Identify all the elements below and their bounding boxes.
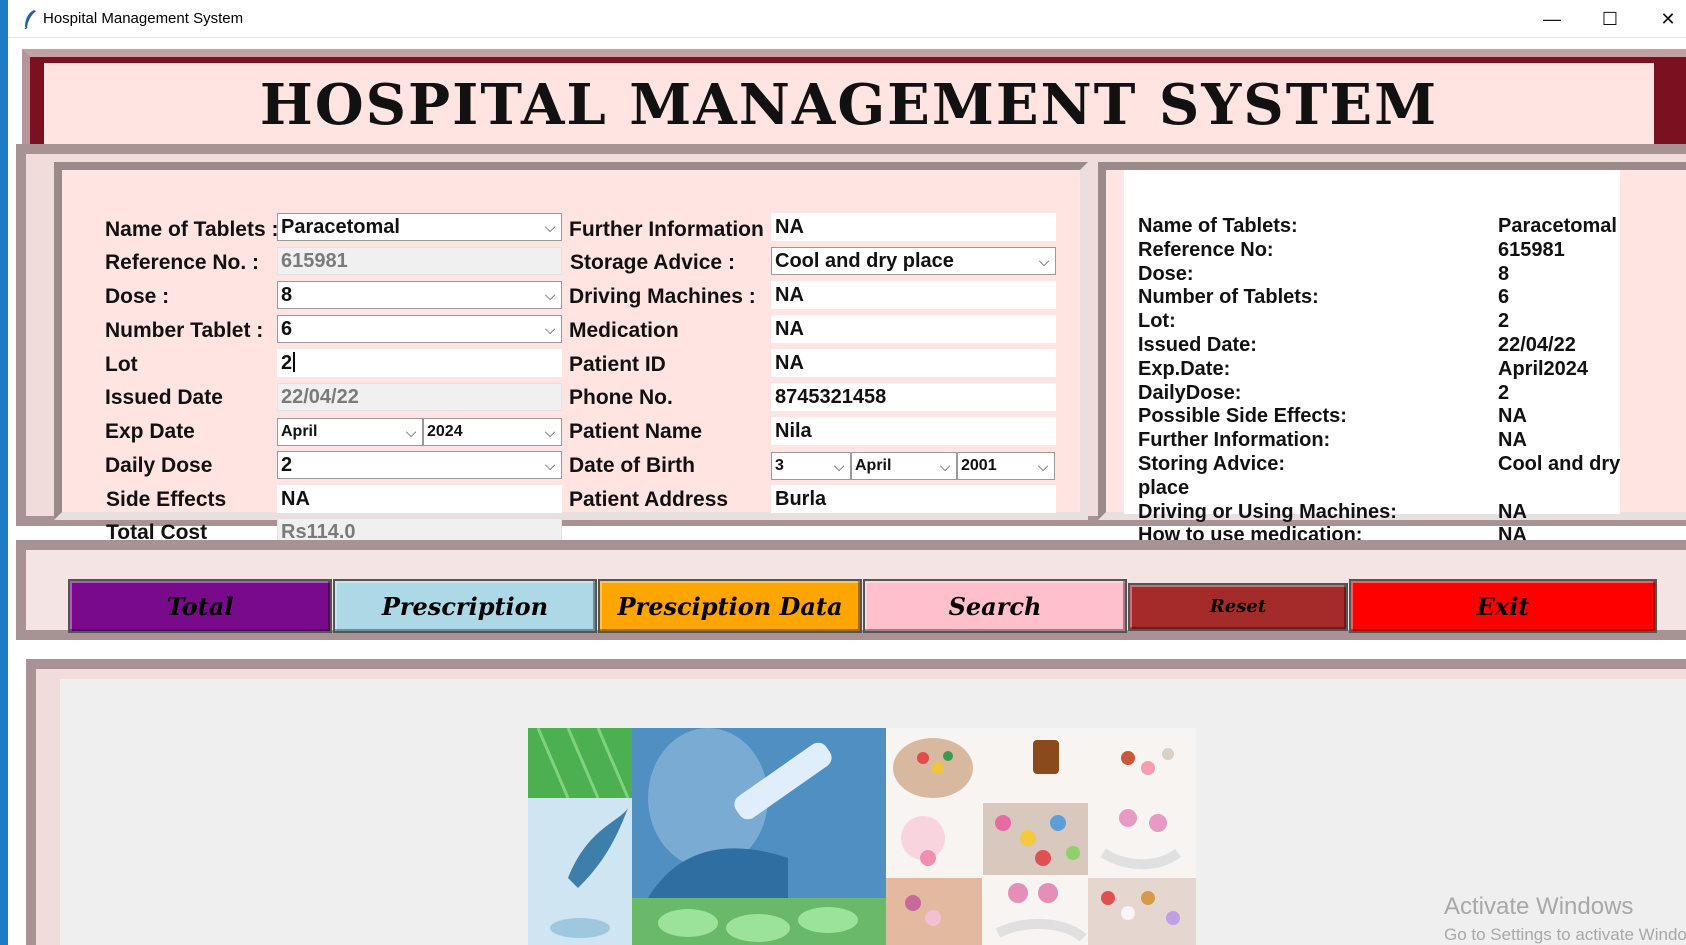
reset-button[interactable]: Reset [1128, 583, 1348, 631]
prescription-row-label: DailyDose: [1138, 381, 1242, 404]
driving-machines-label: Driving Machines : [569, 285, 756, 308]
medication-label: Medication [569, 319, 679, 342]
driving-machines-field[interactable]: NA [771, 281, 1056, 309]
feather-icon [24, 10, 36, 29]
medication-field[interactable]: NA [771, 315, 1056, 343]
reference-no-label: Reference No. : [105, 251, 260, 274]
exit-button[interactable]: Exit [1349, 579, 1657, 633]
storage-advice-label: Storage Advice : [570, 251, 735, 274]
number-tablet-combo[interactable]: 6 ⌵ [277, 315, 562, 343]
prescription-row-value: 6 [1498, 286, 1510, 309]
activate-windows-subtitle: Go to Settings to activate Windows. [1444, 925, 1686, 944]
issued-date-field[interactable]: 22/04/22 [277, 383, 562, 411]
prescription-button[interactable]: Prescription [333, 579, 597, 633]
desktop-edge [0, 0, 8, 945]
prescription-row-value: NA [1498, 500, 1527, 523]
patient-id-field[interactable]: NA [771, 349, 1056, 377]
dose-label: Dose : [105, 285, 170, 308]
dob-day-combo[interactable]: 3 ⌵ [771, 452, 851, 480]
side-effects-label: Side Effects [106, 488, 227, 511]
patient-name-field[interactable]: Nila [771, 417, 1056, 445]
storage-advice-combo[interactable]: Cool and dry place ⌵ [771, 247, 1056, 275]
activate-windows-title: Activate Windows [1444, 893, 1634, 920]
prescription-row-value: Paracetomal [1498, 215, 1617, 237]
chevron-down-icon[interactable]: ⌵ [543, 282, 557, 308]
chevron-down-icon[interactable]: ⌵ [1036, 453, 1050, 479]
header-panel: HOSPITAL MANAGEMENT SYSTEM [44, 63, 1654, 147]
prescription-row-label: Reference No: [1138, 238, 1274, 261]
patient-address-label: Patient Address [569, 488, 729, 511]
prescription-row-label: Driving or Using Machines: [1138, 500, 1397, 523]
phone-no-field[interactable]: 8745321458 [771, 383, 1056, 411]
patient-name-label: Patient Name [569, 420, 703, 443]
prescription-row-label: Storing Advice: [1138, 453, 1286, 475]
prescription-row-value: Cool and dry [1498, 453, 1621, 475]
text-cursor [293, 352, 296, 372]
app-window: Hospital Management System — ☐ ✕ HOSPITA… [0, 0, 1686, 945]
chevron-down-icon[interactable]: ⌵ [1037, 248, 1051, 274]
chevron-down-icon[interactable]: ⌵ [543, 452, 557, 478]
patient-id-label: Patient ID [569, 353, 666, 376]
prescription-row-value: NA [1498, 429, 1527, 452]
number-tablet-label: Number Tablet : [105, 319, 264, 342]
name-of-tablets-label: Name of Tablets : [105, 218, 279, 241]
daily-dose-combo[interactable]: 2 ⌵ [277, 451, 562, 479]
dob-month-combo[interactable]: April ⌵ [851, 452, 957, 480]
issued-date-label: Issued Date [105, 386, 223, 409]
date-of-birth-label: Date of Birth [569, 454, 695, 477]
exp-year-combo[interactable]: 2024 ⌵ [423, 418, 562, 446]
title-bar: Hospital Management System — ☐ ✕ [8, 0, 1686, 38]
prescription-row-value: NA [1498, 405, 1527, 428]
exp-date-label: Exp Date [105, 420, 195, 443]
prescription-row-value: 2 [1498, 381, 1510, 404]
daily-dose-label: Daily Dose [105, 454, 213, 477]
dose-combo[interactable]: 8 ⌵ [277, 281, 562, 309]
lot-label: Lot [105, 353, 138, 376]
prescription-row-label: Further Information: [1138, 429, 1331, 452]
search-button[interactable]: Search [863, 579, 1127, 633]
prescription-data-button[interactable]: Presciption Data [598, 579, 862, 633]
lot-field[interactable]: 2 [277, 349, 562, 377]
prescription-row-label: Issued Date: [1138, 334, 1257, 356]
chevron-down-icon[interactable]: ⌵ [832, 453, 846, 479]
page-title: HOSPITAL MANAGEMENT SYSTEM [259, 72, 1439, 138]
chevron-down-icon[interactable]: ⌵ [543, 316, 557, 342]
name-of-tablets-combo[interactable]: Paracetomal ⌵ [277, 213, 562, 241]
chevron-down-icon[interactable]: ⌵ [543, 419, 557, 445]
prescription-row-label: place [1138, 476, 1190, 499]
prescription-row-value: 2 [1498, 310, 1510, 333]
prescription-row-value: April2024 [1498, 357, 1589, 380]
prescription-row-value: 8 [1498, 262, 1510, 285]
minimize-button[interactable]: — [1524, 4, 1580, 34]
further-information-label: Further Information : [569, 218, 777, 241]
maximize-button[interactable]: ☐ [1582, 4, 1638, 34]
total-button[interactable]: Total [68, 579, 332, 633]
further-information-field[interactable]: NA [771, 213, 1056, 241]
medicine-collage-image [528, 728, 1196, 945]
dob-year-combo[interactable]: 2001 ⌵ [957, 452, 1055, 480]
prescription-row-value: 22/04/22 [1498, 334, 1576, 356]
prescription-row-label: Name of Tablets: [1138, 215, 1298, 237]
prescription-row-label: Possible Side Effects: [1138, 405, 1347, 428]
window-title: Hospital Management System [43, 10, 244, 27]
reference-no-field[interactable]: 615981 [277, 247, 562, 275]
prescription-row-label: Dose: [1138, 262, 1194, 285]
chevron-down-icon[interactable]: ⌵ [938, 453, 952, 479]
chevron-down-icon[interactable]: ⌵ [404, 419, 418, 445]
phone-no-label: Phone No. [569, 386, 673, 409]
prescription-row-label: Number of Tablets: [1138, 286, 1319, 309]
prescription-row-label: Lot: [1138, 310, 1176, 333]
patient-address-field[interactable]: Burla [771, 485, 1056, 513]
prescription-row-value: 615981 [1498, 238, 1565, 261]
close-button[interactable]: ✕ [1640, 4, 1686, 34]
prescription-row-label: Exp.Date: [1138, 357, 1231, 380]
exp-month-combo[interactable]: April ⌵ [277, 418, 423, 446]
side-effects-field[interactable]: NA [277, 485, 562, 513]
chevron-down-icon[interactable]: ⌵ [543, 214, 557, 240]
